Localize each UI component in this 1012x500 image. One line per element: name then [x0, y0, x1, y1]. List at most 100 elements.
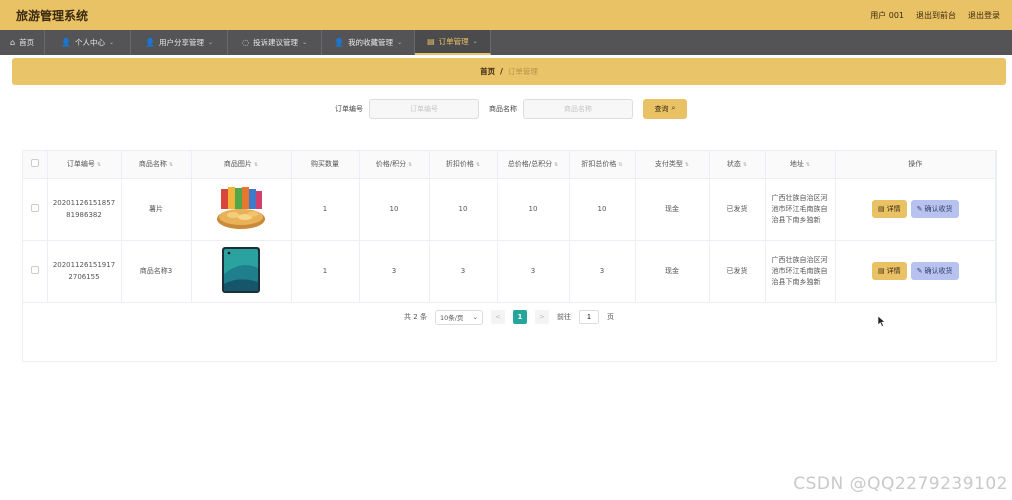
price-cell: 10 [359, 178, 430, 241]
sort-icon: ⇅ [96, 162, 102, 169]
goto-label: 前往 [556, 313, 571, 321]
orders-table: 订单编号 ⇅ 商品名称 ⇅ 商品图片 ⇅ 购买数量 价格/积分 ⇅ 折扣价格 ⇅ 总价格/… [22, 150, 997, 362]
sort-icon: ⇅ [475, 162, 481, 169]
total-cell: 3 [497, 240, 570, 303]
actions-cell: ▤ 详情 ✎ 确认收货 [835, 178, 996, 241]
column-header[interactable]: 地址 ⇅ [765, 151, 836, 179]
confirm-receipt-button[interactable]: ✎ 确认收货 [910, 200, 959, 218]
chevron-down-icon: ⌄ [109, 39, 115, 46]
column-header: 操作 [835, 151, 996, 179]
nav-favorites[interactable]: 👤 我的收藏管理 ⌄ [322, 30, 416, 55]
home-icon: ⌂ [10, 38, 16, 47]
column-header[interactable]: 订单编号 ⇅ [47, 151, 122, 179]
product-image-cell [191, 240, 292, 303]
table-row: 202011261519172706155 商品名称3 1 3 3 3 3 现金… [23, 240, 996, 303]
nav-complaints[interactable]: ◌ 投诉建议管理 ⌄ [228, 30, 323, 55]
total-count: 共 2 条 [404, 313, 427, 321]
status-cell: 已发货 [709, 240, 766, 303]
sort-icon: ⇅ [684, 162, 690, 169]
column-header[interactable]: 价格/积分 ⇅ [359, 151, 430, 179]
query-button[interactable]: 查询 ⌕ [643, 99, 687, 119]
page-size-select[interactable]: 10条/页 ⌄ [434, 309, 483, 325]
column-header[interactable]: 折扣价格 ⇅ [429, 151, 498, 179]
sort-icon: ⇅ [618, 162, 623, 169]
column-header[interactable]: 总价格/总积分 ⇅ [497, 151, 570, 179]
column-header[interactable]: 商品图片 ⇅ [191, 151, 292, 179]
nav-label: 我的收藏管理 [348, 38, 394, 47]
sort-icon: ⇅ [253, 162, 259, 169]
address-cell: 广西壮族自治区河池市环江毛南族自治县下南乡独新 [765, 178, 836, 241]
discount-total-cell: 10 [569, 178, 636, 241]
column-header[interactable]: 商品名称 ⇅ [121, 151, 192, 179]
search-bar: 订单编号 商品名称 查询 ⌕ [12, 98, 1006, 120]
column-header[interactable]: 购买数量 [291, 151, 360, 179]
column-header[interactable]: 折扣总价格 ⇅ [569, 151, 636, 179]
quantity-cell: 1 [291, 178, 360, 241]
total-cell: 10 [497, 178, 570, 241]
discount-total-cell: 3 [569, 240, 636, 303]
user-icon: 👤 [61, 38, 72, 47]
mouse-cursor-icon [878, 316, 886, 327]
breadcrumb: 首页 / 订单管理 [12, 58, 1006, 85]
order-no-cell: 2020112615185781986382 [47, 178, 122, 241]
main-nav: ⌂ 首页 👤 个人中心 ⌄ 👤 用户分享管理 ⌄ ◌ 投诉建议管理 ⌄ 👤 我的… [0, 30, 1012, 55]
nav-orders[interactable]: ▤ 订单管理 ⌄ [415, 30, 491, 55]
nav-label: 订单管理 [438, 37, 469, 46]
page-number[interactable]: 1 [512, 310, 527, 324]
discount-price-cell: 10 [429, 178, 498, 241]
sort-icon: ⇅ [408, 162, 413, 169]
logout-link[interactable]: 退出登录 [968, 10, 1000, 21]
chat-icon: ◌ [242, 38, 250, 47]
actions-cell: ▤ 详情 ✎ 确认收货 [835, 240, 996, 303]
nav-label: 个人中心 [75, 38, 106, 47]
search-icon: ⌕ [671, 105, 676, 112]
table-header-row: 订单编号 ⇅ 商品名称 ⇅ 商品图片 ⇅ 购买数量 价格/积分 ⇅ 折扣价格 ⇅ 总价格/… [23, 151, 996, 179]
edit-icon: ✎ [916, 206, 923, 213]
row-checkbox[interactable] [23, 240, 48, 303]
nav-home[interactable]: ⌂ 首页 [0, 30, 46, 55]
edit-icon: ✎ [916, 268, 923, 275]
sort-icon: ⇅ [168, 162, 174, 169]
row-checkbox[interactable] [23, 178, 48, 241]
nav-personal-center[interactable]: 👤 个人中心 ⌄ [45, 30, 132, 55]
back-to-front-link[interactable]: 退出到前台 [916, 10, 956, 21]
goto-page-input[interactable] [578, 310, 599, 324]
table-row: 2020112615185781986382 薯片 1 10 10 10 10 … [23, 178, 996, 241]
sort-icon: ⇅ [805, 162, 811, 169]
document-icon: ▤ [878, 268, 885, 275]
chevron-down-icon: ⌄ [397, 39, 403, 46]
chevron-down-icon: ⌄ [472, 313, 478, 321]
order-no-label: 订单编号 [335, 105, 363, 113]
chevron-down-icon: ⌄ [208, 39, 214, 46]
detail-button[interactable]: ▤ 详情 [872, 262, 907, 280]
nav-label: 用户分享管理 [159, 38, 205, 47]
quantity-cell: 1 [291, 240, 360, 303]
column-header[interactable]: 支付类型 ⇅ [635, 151, 710, 179]
breadcrumb-current: 订单管理 [507, 67, 538, 76]
prev-page-button[interactable]: < [490, 310, 505, 324]
watermark: CSDN @QQ2279239102 [793, 474, 1008, 494]
breadcrumb-home[interactable]: 首页 [480, 66, 495, 77]
sort-icon: ⇅ [742, 162, 748, 169]
nav-user-share[interactable]: 👤 用户分享管理 ⌄ [131, 30, 229, 55]
product-name-cell: 商品名称3 [121, 240, 192, 303]
phone-image [221, 246, 261, 294]
next-page-button[interactable]: > [534, 310, 549, 324]
query-button-label: 查询 [654, 106, 669, 113]
chevron-down-icon: ⌄ [472, 38, 478, 45]
document-icon: ▤ [878, 206, 885, 213]
app-title: 旅游管理系统 [16, 8, 89, 23]
user-icon: 👤 [334, 38, 345, 47]
select-all-checkbox[interactable] [23, 151, 48, 179]
order-no-input[interactable] [369, 99, 479, 119]
nav-label: 首页 [19, 38, 35, 47]
column-header[interactable]: 状态 ⇅ [709, 151, 766, 179]
confirm-receipt-button[interactable]: ✎ 确认收货 [910, 262, 959, 280]
product-image-cell [191, 178, 292, 241]
detail-button[interactable]: ▤ 详情 [872, 200, 907, 218]
sort-icon: ⇅ [554, 162, 559, 169]
main-content: 首页 / 订单管理 订单编号 商品名称 查询 ⌕ 订单编号⇅ 商品名称⇅ [12, 58, 1006, 362]
chips-image [215, 185, 267, 231]
user-icon: 👤 [145, 38, 156, 47]
product-name-input[interactable] [523, 99, 633, 119]
